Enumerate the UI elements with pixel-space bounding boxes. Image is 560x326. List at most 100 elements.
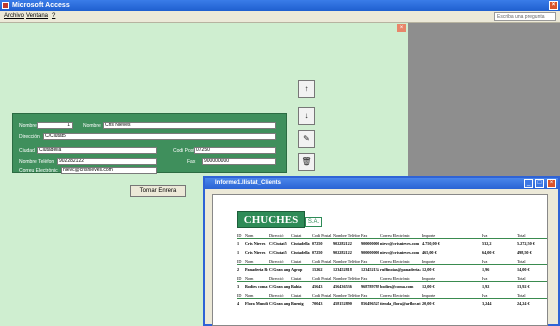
table-row-cell: 1234521345 [361,267,379,272]
table-header-cell: Fax [361,233,368,238]
edit-record-button[interactable]: ✎ [298,130,315,148]
nombre-field[interactable]: Cris Nieves [103,122,276,129]
table-row-cell: 902282122 [333,250,352,255]
menu-ventana[interactable]: Ventana [26,13,48,19]
ciudad-field[interactable]: Ciutadella [37,147,157,154]
table-row-cell: nievc@crisnieves.com [380,250,420,255]
fax-field[interactable]: 900000000 [202,158,276,165]
table-row-cell: nievc@crisnieves.com [380,241,420,246]
table-row-cell: 8564965254 [361,301,379,306]
report-title: Informe1.llistat_Clients [215,180,282,186]
table-row: 2 Panaderia RuffinoC/Gran anguloAgrop 1526… [237,265,547,273]
table-header: ID Nom Direcció Ciutat Codi Postal Nombre Tel… [237,257,547,265]
table-header-cell: Direcció [269,259,284,264]
company-logo-suffix: S.A. [305,217,322,227]
table-row-cell: 1 [237,241,240,246]
table-row-cell: 4.750,00 € [422,241,440,246]
table-row-cell: Ciutadella [291,241,310,246]
table-header-cell: Ciutat [291,276,302,281]
direccion-field[interactable]: C/Ciutat5 [43,133,276,140]
table-row-cell: 456436536 [333,284,352,289]
table-row: 4 Flora MundiC/Gran anguloBuenig 70043 4581… [237,299,547,307]
table-row-cell: 123452818 [333,267,352,272]
menu-help[interactable]: ? [52,13,55,19]
table-header-cell: Nom [245,276,254,281]
table-row-cell: 15262 [312,267,323,272]
table-header-cell: Nombre Telèfon [333,259,360,264]
table-header-cell: Nombre Telèfon [333,233,360,238]
codpostal-field[interactable]: 07250 [194,147,276,154]
table-header-cell: Correu Electrònic [380,233,410,238]
table-header-cell: ID [237,259,242,264]
table-row-cell: Flora Mundi [245,301,268,306]
table-row-cell: 2 [237,267,240,272]
table-header-cell: Correu Electrònic [380,276,410,281]
table-row: 3 Bodies comaC/Gran anguloBahia 45643 45643… [237,282,547,290]
table-row-cell: 458152890 [333,301,352,306]
table-row-cell: Bahia [291,284,302,289]
app-close-button[interactable]: × [549,1,558,10]
tornar-enrera-button[interactable]: Tornar Enrera [130,185,186,197]
table-header-cell: Iva [482,276,488,281]
report-maximize-button[interactable]: □ [535,179,544,188]
table-header-cell: Nom [245,233,254,238]
table-row-cell: 968789789 [361,284,379,289]
help-question-box[interactable]: Escriba una pregunta [494,12,556,21]
table-row-cell: Ciutadella [291,250,310,255]
table-header-cell: Importe [422,233,436,238]
table-row-cell: Buenig [291,301,304,306]
table-header-cell: Codi Postal [312,259,332,264]
report-close-button[interactable]: × [547,179,556,188]
table-row-cell: 14,00 € [517,267,530,272]
report-minimize-button[interactable]: _ [524,179,533,188]
table-row-cell: 465,00 € [422,250,437,255]
table-header-cell: Total [517,276,526,281]
table-row-cell: 4 [237,301,240,306]
delete-record-button[interactable]: 🗑 [298,153,315,171]
table-row-cell: tienda_flora@arflor.nt [380,301,421,306]
table-row-cell: 07250 [312,250,323,255]
id-field[interactable]: 1 [37,122,73,129]
table-row-cell: 3 [237,284,240,289]
table-header-cell: Fax [361,293,368,298]
table-row-cell: 900000000 [361,241,379,246]
fax-label: Fax [187,159,196,165]
table-header-cell: Nombre Telèfon [333,293,360,298]
table-row-cell: 64,00 € [482,250,495,255]
table-header-cell: Fax [361,276,368,281]
menu-archivo[interactable]: Archivo [4,13,24,19]
table-header: ID Nom Direcció Ciutat Codi Postal Nombre Tel… [237,291,547,299]
telefono-label: Nombre Telèfon [19,159,55,165]
app-title: Microsoft Access [12,2,70,9]
correo-field[interactable]: nievc@crisnieves.com [61,167,157,174]
next-record-button[interactable]: ↓ [298,107,315,125]
table-header-cell: Codi Postal [312,233,332,238]
table-header-cell: Importe [422,259,436,264]
telefono-field[interactable]: 902282122 [57,158,157,165]
table-header-cell: Nom [245,293,254,298]
table-header-cell: Codi Postal [312,276,332,281]
menu-bar: Archivo Ventana ? Escriba una pregunta [0,11,560,23]
table-row-cell: 498,50 € [517,250,532,255]
table-header-cell: Ciutat [291,293,302,298]
table-header-cell: Codi Postal [312,293,332,298]
report-window: Informe1.llistat_Clients _ □ × CHUCHES S… [203,176,560,326]
table-row-cell: 24,24 € [517,301,530,306]
table-header-cell: Importe [422,293,436,298]
direccion-label: Dirección [19,134,40,140]
app-title-bar: Microsoft Access × [0,0,560,11]
correo-label: Correu Electrònic [19,168,58,174]
nombre-label: Nombre [19,123,37,129]
table-header-cell: Direcció [269,276,284,281]
table-header-cell: ID [237,233,242,238]
previous-record-button[interactable]: ↑ [298,80,315,98]
table-row-cell: C/Gran angulo [269,267,290,272]
table-header: ID Nom Direcció Ciutat Codi Postal Nombre Tel… [237,231,547,239]
table-header-cell: Total [517,293,526,298]
table-row-cell: 3,244 [482,301,492,306]
form-close-button[interactable]: × [397,24,406,32]
table-header-cell: Nom [245,259,254,264]
table-header-cell: Iva [482,233,488,238]
table-row-cell: Cris Nieves [245,250,266,255]
company-logo: CHUCHES [237,211,305,228]
